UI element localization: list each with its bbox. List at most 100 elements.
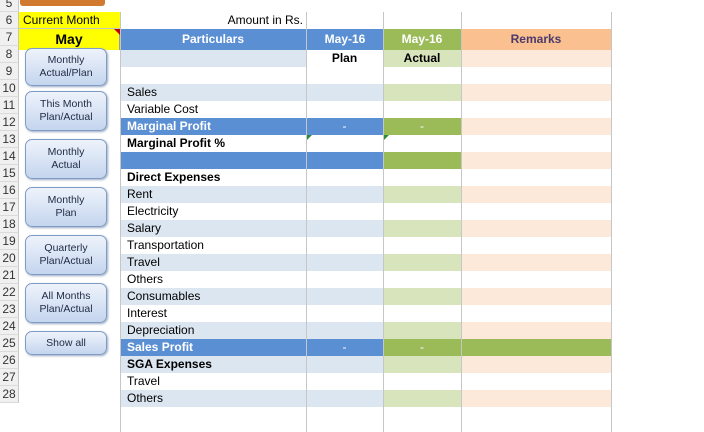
plan-value-cell[interactable] [306,305,383,322]
row-number[interactable]: 17 [0,199,19,216]
plan-value-cell[interactable] [306,237,383,254]
table-row-label[interactable] [120,152,306,169]
actual-value-cell[interactable] [383,271,461,288]
table-row-label[interactable]: Interest [120,305,306,322]
row-number[interactable]: 6 [0,12,19,29]
table-row-label[interactable]: Transportation [120,237,306,254]
remarks-value-cell[interactable] [461,169,611,186]
plan-value-cell[interactable] [306,322,383,339]
remarks-value-cell[interactable] [461,373,611,390]
row-number[interactable]: 25 [0,335,19,352]
all-months-plan-actual-button[interactable]: All Months Plan/Actual [25,283,107,323]
row-number[interactable]: 9 [0,63,19,80]
plan-value-cell[interactable] [306,390,383,407]
plan-value-cell[interactable] [306,356,383,373]
table-row-label[interactable]: Others [120,390,306,407]
plan-value-cell[interactable] [306,152,383,169]
row-number[interactable]: 27 [0,369,19,386]
row-number[interactable]: 28 [0,386,19,403]
this-month-plan-actual-button[interactable]: This Month Plan/Actual [25,91,107,131]
actual-value-cell[interactable] [383,186,461,203]
plan-value-cell[interactable] [306,169,383,186]
remarks-value-cell[interactable] [461,101,611,118]
remarks-value-cell[interactable] [461,118,611,135]
remarks-value-cell[interactable] [461,84,611,101]
plan-value-cell[interactable] [306,288,383,305]
actual-value-cell[interactable] [383,237,461,254]
remarks-value-cell[interactable] [461,271,611,288]
row-number[interactable]: 24 [0,318,19,335]
remarks-value-cell[interactable] [461,220,611,237]
row-number[interactable]: 21 [0,267,19,284]
table-row-label[interactable]: Sales [120,84,306,101]
row-number[interactable]: 15 [0,165,19,182]
remarks-value-cell[interactable] [461,322,611,339]
row-number[interactable]: 14 [0,148,19,165]
plan-value-cell[interactable] [306,135,383,152]
plan-value-cell[interactable] [306,220,383,237]
table-row-label[interactable]: Travel [120,254,306,271]
monthly-actual-plan-button[interactable]: Monthly Actual/Plan [25,48,107,86]
actual-value-cell[interactable] [383,288,461,305]
table-row-label[interactable]: Electricity [120,203,306,220]
monthly-plan-button[interactable]: Monthly Plan [25,187,107,227]
actual-value-cell[interactable] [383,84,461,101]
actual-value-cell[interactable] [383,254,461,271]
plan-value-cell[interactable] [306,203,383,220]
remarks-value-cell[interactable] [461,288,611,305]
remarks-value-cell[interactable] [461,152,611,169]
plan-value-cell[interactable]: - [306,339,383,356]
actual-value-cell[interactable] [383,203,461,220]
monthly-actual-button[interactable]: Monthly Actual [25,139,107,179]
row-number[interactable]: 5 [0,0,19,12]
table-row-label[interactable]: Consumables [120,288,306,305]
actual-value-cell[interactable] [383,169,461,186]
current-month-value[interactable]: May [19,29,120,50]
actual-value-cell[interactable] [383,356,461,373]
remarks-value-cell[interactable] [461,254,611,271]
plan-value-cell[interactable] [306,101,383,118]
remarks-value-cell[interactable] [461,339,611,356]
table-row-label[interactable]: Travel [120,373,306,390]
row-number[interactable]: 20 [0,250,19,267]
plan-value-cell[interactable] [306,84,383,101]
total-row-label[interactable]: Sales Profit [120,339,306,356]
row-number[interactable]: 23 [0,301,19,318]
row-number[interactable]: 26 [0,352,19,369]
row-number[interactable]: 10 [0,80,19,97]
row-number[interactable]: 22 [0,284,19,301]
remarks-value-cell[interactable] [461,390,611,407]
total-row-label[interactable]: Marginal Profit [120,118,306,135]
plan-value-cell[interactable] [306,373,383,390]
table-row-label[interactable]: Depreciation [120,322,306,339]
actual-value-cell[interactable] [383,373,461,390]
plan-value-cell[interactable] [306,254,383,271]
actual-value-cell[interactable] [383,305,461,322]
row-number[interactable]: 18 [0,216,19,233]
row-number[interactable]: 16 [0,182,19,199]
plan-value-cell[interactable] [306,186,383,203]
actual-value-cell[interactable] [383,101,461,118]
row-number[interactable]: 12 [0,114,19,131]
remarks-value-cell[interactable] [461,237,611,254]
remarks-value-cell[interactable] [461,135,611,152]
actual-value-cell[interactable] [383,322,461,339]
show-all-button[interactable]: Show all [25,331,107,355]
row-number[interactable]: 19 [0,233,19,250]
table-row-label[interactable]: Variable Cost [120,101,306,118]
quarterly-plan-actual-button[interactable]: Quarterly Plan/Actual [25,235,107,275]
remarks-value-cell[interactable] [461,305,611,322]
remarks-value-cell[interactable] [461,356,611,373]
actual-value-cell[interactable] [383,135,461,152]
table-row-label[interactable]: Salary [120,220,306,237]
actual-value-cell[interactable] [383,220,461,237]
actual-value-cell[interactable] [383,152,461,169]
plan-value-cell[interactable]: - [306,118,383,135]
table-row-label[interactable]: Marginal Profit % [120,135,306,152]
remarks-value-cell[interactable] [461,186,611,203]
remarks-value-cell[interactable] [461,203,611,220]
row-number[interactable]: 11 [0,97,19,114]
actual-value-cell[interactable]: - [383,118,461,135]
top-button-edge[interactable] [20,0,105,6]
row-number[interactable]: 13 [0,131,19,148]
